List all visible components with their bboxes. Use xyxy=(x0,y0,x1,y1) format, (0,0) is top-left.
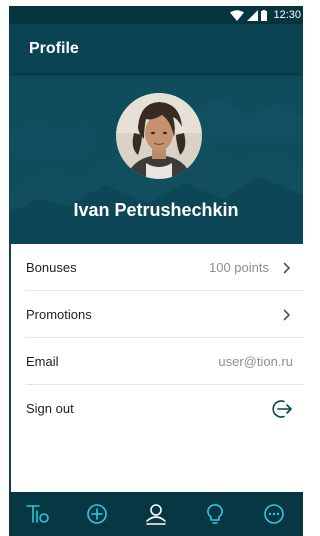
nav-profile-button[interactable] xyxy=(136,494,176,534)
profile-menu: Bonuses 100 points Promotions Email user… xyxy=(9,244,303,432)
status-icons: 12:30 xyxy=(230,9,301,21)
status-time: 12:30 xyxy=(273,9,301,21)
add-circle-icon xyxy=(87,504,107,524)
tio-logo-icon xyxy=(26,505,50,523)
email-row: Email user@tion.ru xyxy=(9,338,303,385)
chevron-right-icon xyxy=(281,262,293,274)
promotions-row[interactable]: Promotions xyxy=(9,291,303,338)
status-bar: 12:30 xyxy=(9,6,303,24)
phone-screen: 12:30 Profile Ivan Petrushechkin Bonuses… xyxy=(9,6,303,536)
app-bar: Profile xyxy=(9,24,303,73)
nav-add-button[interactable] xyxy=(77,494,117,534)
email-label: Email xyxy=(26,354,59,369)
user-photo xyxy=(116,93,202,179)
bottom-navigation xyxy=(9,492,303,536)
battery-icon xyxy=(261,9,268,21)
sign-out-icon[interactable] xyxy=(271,399,293,419)
sign-out-row[interactable]: Sign out xyxy=(9,385,303,432)
user-name: Ivan Petrushechkin xyxy=(73,200,239,220)
nav-chat-button[interactable] xyxy=(254,494,294,534)
nav-tips-button[interactable] xyxy=(195,494,235,534)
chat-icon xyxy=(263,504,284,524)
bonuses-label: Bonuses xyxy=(26,260,77,275)
signal-icon xyxy=(247,9,259,21)
email-value: user@tion.ru xyxy=(218,354,293,369)
nav-tio-button[interactable] xyxy=(18,494,58,534)
profile-icon xyxy=(146,504,166,525)
bonuses-value: 100 points xyxy=(209,260,269,275)
lightbulb-icon xyxy=(206,504,223,524)
bonuses-row[interactable]: Bonuses 100 points xyxy=(9,244,303,291)
page-title: Profile xyxy=(29,39,79,57)
wifi-icon xyxy=(230,9,245,21)
chevron-right-icon xyxy=(281,309,293,321)
avatar xyxy=(116,93,202,179)
sign-out-label: Sign out xyxy=(26,401,74,416)
promotions-label: Promotions xyxy=(26,307,92,322)
